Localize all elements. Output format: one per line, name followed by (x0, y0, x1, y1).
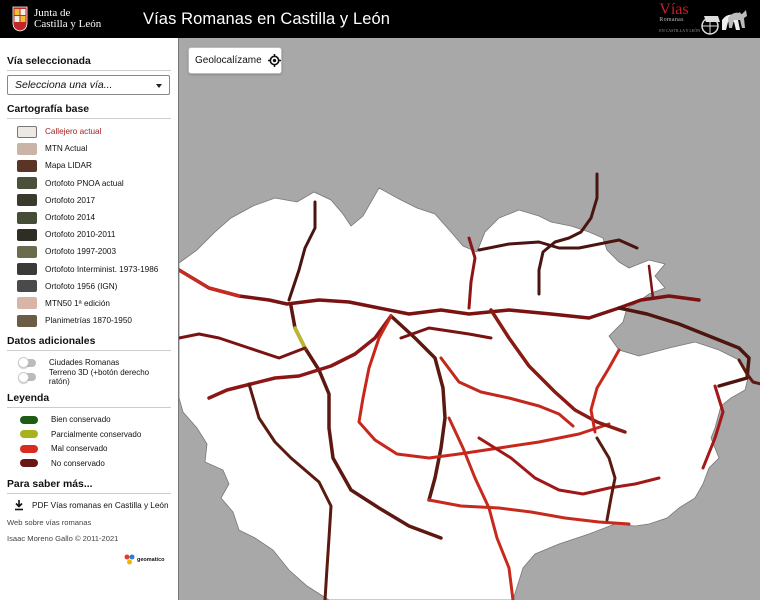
carto-label: Ortofoto 2017 (45, 195, 96, 205)
carto-item[interactable]: Callejero actual (7, 123, 171, 140)
carto-thumbnail (17, 228, 37, 241)
carto-label: Ortofoto 1997-2003 (45, 247, 117, 257)
shield-icon (12, 6, 28, 32)
brand-big: Vías (659, 1, 689, 18)
legend-section-title: Leyenda (7, 393, 171, 409)
carto-item[interactable]: Ortofoto 1997-2003 (7, 243, 171, 260)
carto-item[interactable]: Ortofoto 2010-2011 (7, 226, 171, 243)
extra-section-title: Datos adicionales (7, 336, 171, 352)
toggle-switch[interactable] (18, 371, 36, 383)
brand-logo[interactable]: Vías Romanas EN CASTILLA Y LEÓN (659, 1, 748, 38)
carto-item[interactable]: Mapa LIDAR (7, 157, 171, 174)
junta-line2: Castilla y León (34, 18, 102, 30)
carto-thumbnail (17, 314, 37, 327)
legend-label: Parcialmente conservado (51, 429, 142, 439)
toggle-label: Ciudades Romanas (49, 358, 120, 367)
carto-thumbnail (17, 159, 37, 172)
brand-sub: EN CASTILLA Y LEÓN (659, 28, 700, 33)
carto-thumbnail (17, 211, 37, 224)
carto-label: Ortofoto 2010-2011 (45, 230, 116, 240)
via-select-value: Selecciona una vía... (15, 79, 113, 91)
carto-list: Callejero actual MTN Actual Mapa LIDAR Orto… (7, 123, 171, 329)
carto-item[interactable]: Ortofoto PNOA actual (7, 175, 171, 192)
carto-item[interactable]: Planimetrías 1870-1950 (7, 312, 171, 329)
more-section-title: Para saber más... (7, 479, 171, 495)
pdf-link-label: PDF Vías romanas en Castilla y León (32, 500, 169, 510)
legend-item: Mal conservado (7, 441, 171, 456)
brand-small: Romanas (659, 17, 684, 23)
geolocate-label: Geolocalízame (195, 55, 262, 66)
chevron-down-icon (156, 84, 162, 88)
legend-swatch (20, 459, 38, 467)
toggle-knob (18, 357, 29, 368)
carto-thumbnail (17, 177, 37, 190)
legend-item: No conservado (7, 456, 171, 471)
carto-label: MTN Actual (45, 144, 88, 154)
legend-swatch (20, 430, 38, 438)
header-bar: Junta de Castilla y León Vías Romanas en… (0, 0, 760, 38)
web-link[interactable]: Web sobre vías romanas (7, 518, 171, 527)
carto-item[interactable]: MTN Actual (7, 140, 171, 157)
map-canvas[interactable] (179, 38, 760, 600)
carto-thumbnail (17, 142, 37, 155)
legend-label: No conservado (51, 458, 105, 468)
carto-label: Planimetrías 1870-1950 (45, 316, 132, 326)
crosshair-icon (267, 54, 281, 67)
via-select[interactable]: Selecciona una vía... (7, 75, 170, 95)
carto-thumbnail (17, 245, 37, 258)
legend-label: Mal conservado (51, 444, 108, 453)
app-title: Vías Romanas en Castilla y León (143, 9, 391, 28)
legend-label: Bien conservado (51, 415, 111, 424)
carto-label: Ortofoto PNOA actual (45, 178, 124, 188)
carto-thumbnail (17, 125, 37, 138)
carto-label: Ortofoto 1956 (IGN) (45, 281, 118, 291)
carto-thumbnail (17, 297, 37, 310)
carto-item[interactable]: Ortofoto 2017 (7, 192, 171, 209)
geomatico-logo[interactable]: geomatico (124, 554, 171, 565)
legend-swatch (20, 444, 38, 453)
carto-label: Ortofoto 2014 (45, 213, 96, 223)
credit-text: Isaac Moreno Gallo © 2011-2021 (7, 534, 119, 544)
carto-label: Callejero actual (45, 127, 102, 137)
legend-item: Bien conservado (7, 412, 171, 427)
geolocate-button[interactable]: Geolocalízame (188, 47, 282, 74)
carto-label: Ortofoto Interminist. 1973-1986 (45, 264, 159, 274)
map-view[interactable] (178, 38, 760, 600)
via-section-title: Vía seleccionada (7, 56, 171, 71)
chariot-icon (701, 9, 747, 35)
carto-label: Mapa LIDAR (45, 161, 92, 171)
geomatico-label: geomatico (137, 556, 165, 563)
carto-thumbnail (17, 280, 37, 293)
carto-item[interactable]: MTN50 1ª edición (7, 295, 171, 312)
carto-item[interactable]: Ortofoto 2014 (7, 209, 171, 226)
geomatico-icon (124, 554, 135, 565)
carto-label: MTN50 1ª edición (45, 298, 110, 308)
toggle-knob (18, 371, 29, 383)
legend-item: Parcialmente conservado (7, 427, 171, 442)
carto-item[interactable]: Ortofoto Interminist. 1973-1986 (7, 261, 171, 278)
carto-thumbnail (17, 194, 37, 207)
pdf-link[interactable]: PDF Vías romanas en Castilla y León (7, 498, 171, 512)
brand-text: Vías Romanas EN CASTILLA Y LEÓN (659, 1, 700, 38)
carto-thumbnail (17, 263, 37, 276)
toggle-label: Terreno 3D (+botón derecho ratón) (48, 368, 150, 386)
junta-text: Junta de Castilla y León (34, 8, 101, 30)
carto-section-title: Cartografía base (7, 104, 171, 119)
sidebar: Vía seleccionada Selecciona una vía... C… (0, 38, 178, 600)
toggle-switch[interactable] (18, 357, 36, 368)
download-icon (15, 500, 23, 511)
legend-swatch (20, 415, 38, 424)
legend-list: Bien conservado Parcialmente conservado Ma… (7, 412, 171, 470)
toggle-terreno3d[interactable]: Terreno 3D (+botón derecho ratón) (7, 368, 171, 386)
carto-item[interactable]: Ortofoto 1956 (IGN) (7, 278, 171, 295)
region-polygon (179, 187, 750, 600)
junta-logo[interactable]: Junta de Castilla y León (12, 6, 122, 32)
